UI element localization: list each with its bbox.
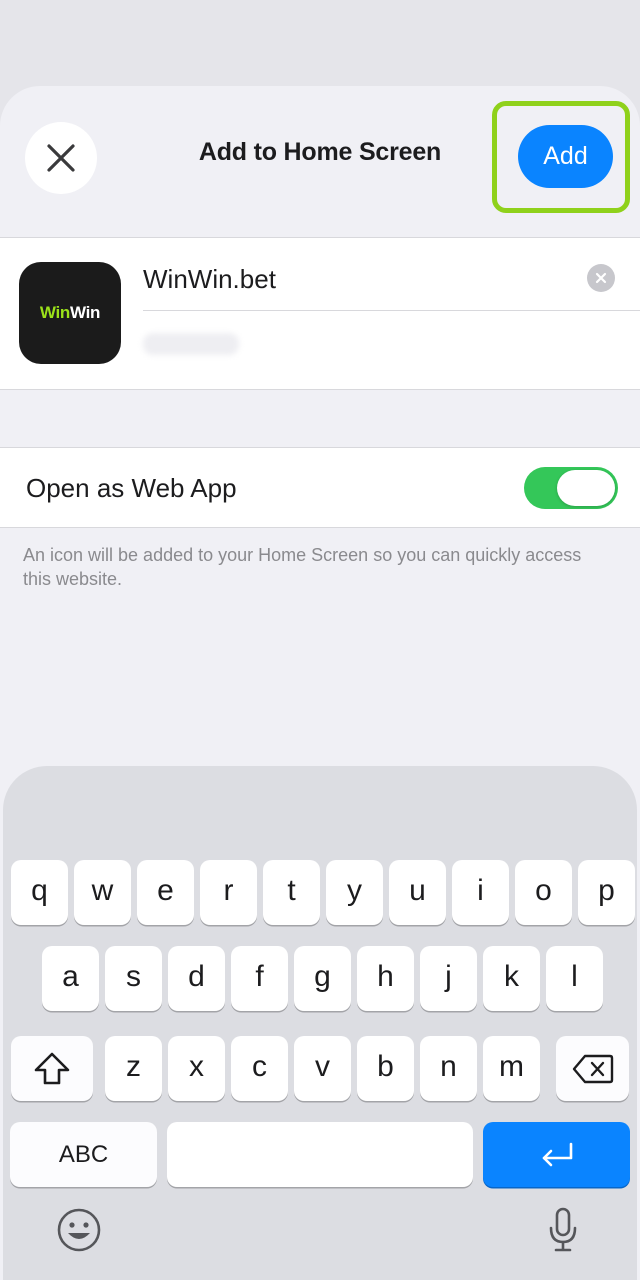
key-label: y xyxy=(347,873,362,907)
key-label: g xyxy=(314,959,331,993)
shift-key[interactable] xyxy=(11,1036,93,1101)
key-label: v xyxy=(315,1049,330,1083)
web-app-row: Open as Web App xyxy=(0,447,640,528)
key-g[interactable]: g xyxy=(294,946,351,1011)
key-o[interactable]: o xyxy=(515,860,572,925)
key-h[interactable]: h xyxy=(357,946,414,1011)
key-m[interactable]: m xyxy=(483,1036,540,1101)
key-label: t xyxy=(287,873,296,907)
delete-icon xyxy=(572,1054,613,1083)
key-label: s xyxy=(126,959,141,993)
app-name-input[interactable] xyxy=(143,264,563,295)
microphone-icon xyxy=(549,1207,577,1252)
key-t[interactable]: t xyxy=(263,860,320,925)
return-icon xyxy=(542,1142,572,1166)
key-label: f xyxy=(255,959,264,993)
return-key[interactable] xyxy=(483,1122,630,1187)
microphone-button[interactable] xyxy=(543,1204,583,1256)
key-label: c xyxy=(252,1049,267,1083)
key-label: n xyxy=(440,1049,457,1083)
key-j[interactable]: j xyxy=(420,946,477,1011)
key-label: r xyxy=(223,873,234,907)
key-i[interactable]: i xyxy=(452,860,509,925)
key-a[interactable]: a xyxy=(42,946,99,1011)
clear-button[interactable] xyxy=(587,264,615,292)
key-c[interactable]: c xyxy=(231,1036,288,1101)
key-l[interactable]: l xyxy=(546,946,603,1011)
key-w[interactable]: w xyxy=(74,860,131,925)
space-key[interactable] xyxy=(167,1122,473,1187)
key-label: q xyxy=(31,873,48,907)
key-v[interactable]: v xyxy=(294,1036,351,1101)
add-button[interactable]: Add xyxy=(518,125,613,188)
key-label: u xyxy=(409,873,426,907)
emoji-button[interactable] xyxy=(55,1206,103,1254)
key-label: i xyxy=(477,873,484,907)
key-y[interactable]: y xyxy=(326,860,383,925)
key-label: l xyxy=(571,959,578,993)
web-app-toggle[interactable] xyxy=(524,467,618,509)
delete-key[interactable] xyxy=(556,1036,629,1101)
key-label: x xyxy=(189,1049,204,1083)
emoji-icon xyxy=(57,1208,101,1252)
key-label: o xyxy=(535,873,552,907)
key-label: a xyxy=(62,959,79,993)
key-label: p xyxy=(598,873,615,907)
keyboard: q w e r t y u i o p a s d f g h j k l z x c v b n m ABC xyxy=(3,766,637,1280)
app-name-row xyxy=(143,238,640,311)
key-q[interactable]: q xyxy=(11,860,68,925)
key-label: b xyxy=(377,1049,394,1083)
web-app-label: Open as Web App xyxy=(26,473,237,503)
key-d[interactable]: d xyxy=(168,946,225,1011)
key-label: d xyxy=(188,959,205,993)
key-b[interactable]: b xyxy=(357,1036,414,1101)
toggle-knob xyxy=(557,470,615,506)
app-icon: WinWin xyxy=(19,262,121,364)
shift-icon xyxy=(34,1052,70,1084)
key-x[interactable]: x xyxy=(168,1036,225,1101)
footnote-text: An icon will be added to your Home Scree… xyxy=(23,545,582,589)
key-s[interactable]: s xyxy=(105,946,162,1011)
key-z[interactable]: z xyxy=(105,1036,162,1101)
app-icon-logo: WinWin xyxy=(39,303,101,322)
key-e[interactable]: e xyxy=(137,860,194,925)
key-p[interactable]: p xyxy=(578,860,635,925)
abc-key[interactable]: ABC xyxy=(10,1122,157,1187)
key-label: e xyxy=(157,873,174,907)
key-u[interactable]: u xyxy=(389,860,446,925)
app-url-blurred xyxy=(143,333,239,355)
key-n[interactable]: n xyxy=(420,1036,477,1101)
key-label: z xyxy=(126,1049,141,1083)
clear-icon xyxy=(595,272,607,284)
key-label: m xyxy=(499,1049,524,1083)
key-label: w xyxy=(91,873,114,907)
key-label: h xyxy=(377,959,394,993)
key-label: k xyxy=(504,959,519,993)
key-label: j xyxy=(445,959,452,993)
key-f[interactable]: f xyxy=(231,946,288,1011)
key-r[interactable]: r xyxy=(200,860,257,925)
app-info-card: WinWin xyxy=(0,237,640,390)
key-k[interactable]: k xyxy=(483,946,540,1011)
